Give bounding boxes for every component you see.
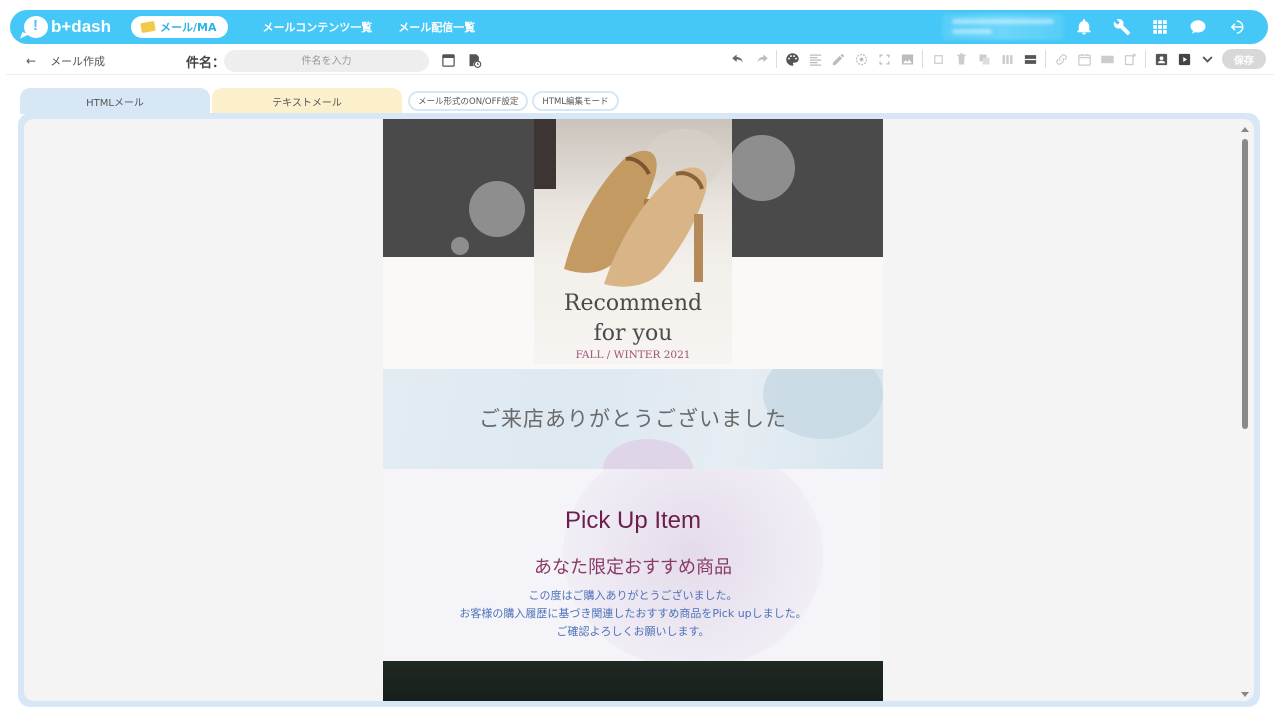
pickup-description: この度はご購入ありがとうございました。 お客様の購入履歴に基づき関連したおすすめ… — [459, 589, 807, 638]
editor-frame: Recommend for you FALL / WINTER 2021 ご来店… — [18, 113, 1260, 707]
preview-window-icon[interactable] — [440, 52, 456, 68]
html-block-icon[interactable] — [1099, 51, 1115, 67]
schedule-save-icon[interactable] — [466, 52, 482, 68]
editor-toolbar: ← メール作成 件名： 件名を入力 保存 — [6, 45, 1274, 75]
account-info-redacted — [942, 14, 1064, 40]
duplicate-icon[interactable] — [976, 51, 992, 67]
focus-target-icon[interactable] — [853, 51, 869, 67]
envelope-icon — [140, 20, 156, 34]
mail-format-toggle-button[interactable]: メール形式のON/OFF設定 — [408, 91, 529, 111]
module-switch-mail-ma[interactable]: メール/MA — [131, 16, 229, 38]
chat-support-icon[interactable] — [1188, 17, 1208, 37]
thanks-block[interactable]: ご来店ありがとうございました — [383, 369, 883, 469]
trash-icon[interactable] — [953, 51, 969, 67]
calendar-icon[interactable] — [1076, 51, 1092, 67]
nav-mail-deliveries[interactable]: メール配信一覧 — [398, 19, 475, 35]
scroll-down-icon — [1241, 692, 1249, 697]
palette-icon[interactable] — [784, 51, 800, 67]
tab-html-mail[interactable]: HTMLメール — [20, 88, 210, 114]
subject-input[interactable] — [224, 50, 429, 72]
logo[interactable]: b+dash — [24, 16, 111, 38]
chevron-down-icon[interactable] — [1199, 51, 1215, 67]
image-icon[interactable] — [899, 51, 915, 67]
module-label: メール/MA — [160, 21, 217, 34]
next-block-dark[interactable] — [383, 661, 883, 701]
add-block-icon[interactable] — [1122, 51, 1138, 67]
apps-grid-icon[interactable] — [1150, 17, 1170, 37]
save-button[interactable]: 保存 — [1222, 49, 1266, 69]
pen-icon[interactable] — [830, 51, 846, 67]
hero-title: Recommend for you — [563, 291, 703, 346]
hero-block[interactable]: Recommend for you FALL / WINTER 2021 — [383, 119, 883, 369]
pickup-subtitle: あなた限定おすすめ商品 — [534, 557, 732, 578]
html-edit-mode-button[interactable]: HTML編集モード — [532, 91, 619, 111]
subject-label: 件名： — [186, 56, 226, 71]
scroll-thumb — [1242, 139, 1248, 429]
arrow-left-icon: ← — [26, 54, 37, 68]
columns-icon[interactable] — [999, 51, 1015, 67]
logout-icon[interactable] — [1226, 17, 1246, 37]
editor-canvas[interactable]: Recommend for you FALL / WINTER 2021 ご来店… — [24, 119, 1254, 701]
scroll-up-icon — [1241, 127, 1249, 132]
editor-scrollbar[interactable] — [1240, 123, 1250, 697]
email-preview[interactable]: Recommend for you FALL / WINTER 2021 ご来店… — [383, 119, 883, 701]
hero-subtitle: FALL / WINTER 2021 — [575, 349, 691, 361]
link-icon[interactable] — [1053, 51, 1069, 67]
wrench-icon[interactable] — [1112, 17, 1132, 37]
back-button[interactable]: ← メール作成 — [26, 53, 105, 69]
redo-icon[interactable] — [753, 51, 769, 67]
pickup-block[interactable]: Pick Up Item あなた限定おすすめ商品 この度はご購入ありがとうござい… — [383, 469, 883, 661]
text-align-icon[interactable] — [807, 51, 823, 67]
logo-text: b+dash — [51, 17, 111, 36]
app-window: b+dash メール/MA メールコンテンツ一覧 メール配信一覧 — [0, 0, 1280, 720]
copy-block-icon[interactable] — [930, 51, 946, 67]
logo-bubble-icon — [24, 16, 48, 38]
fullscreen-icon[interactable] — [876, 51, 892, 67]
bell-icon[interactable] — [1074, 17, 1094, 37]
top-nav-bar: b+dash メール/MA メールコンテンツ一覧 メール配信一覧 — [10, 10, 1268, 44]
rows-icon[interactable] — [1022, 51, 1038, 67]
undo-icon[interactable] — [730, 51, 746, 67]
contact-card-icon[interactable] — [1153, 51, 1169, 67]
nav-mail-contents[interactable]: メールコンテンツ一覧 — [262, 19, 372, 35]
page-title: メール作成 — [50, 55, 106, 68]
pickup-title: Pick Up Item — [564, 507, 702, 534]
thanks-text: ご来店ありがとうございました — [479, 407, 787, 431]
tab-text-mail[interactable]: テキストメール — [212, 88, 402, 114]
editor-tabs: HTMLメール テキストメール メール形式のON/OFF設定 HTML編集モード — [20, 88, 619, 114]
play-video-icon[interactable] — [1176, 51, 1192, 67]
